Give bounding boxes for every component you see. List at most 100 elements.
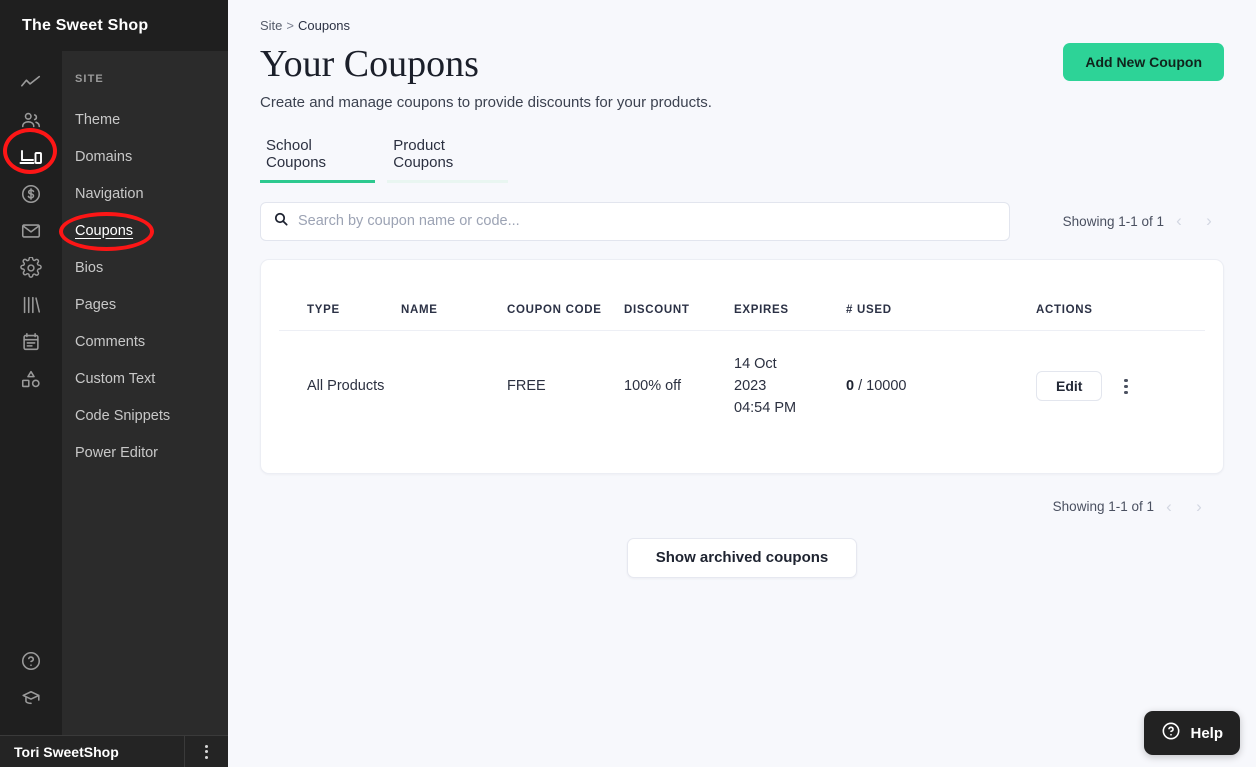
- table-body: All Products FREE 100% off 14 Oct 2023 0…: [279, 330, 1205, 442]
- show-archived-coupons-button[interactable]: Show archived coupons: [626, 537, 858, 578]
- cell-name: [401, 330, 507, 442]
- edit-button[interactable]: Edit: [1036, 371, 1103, 402]
- row-kebab-icon[interactable]: [1124, 378, 1128, 394]
- tab-product-coupons[interactable]: Product Coupons: [387, 137, 508, 183]
- sidebar-item-bios[interactable]: Bios: [62, 249, 228, 286]
- breadcrumb-separator: >: [286, 18, 294, 33]
- main-content: Site > Coupons Your Coupons Create and man…: [228, 0, 1256, 767]
- books-icon[interactable]: [13, 287, 49, 323]
- expires-date: 14 Oct: [734, 355, 777, 372]
- sidebar-item-label: Code Snippets: [75, 407, 171, 424]
- table-head: TYPE NAME COUPON CODE DISCOUNT EXPIRES #…: [279, 259, 1205, 331]
- expires-year: 2023: [734, 378, 767, 395]
- pagination-bottom-prev-icon[interactable]: ‹: [1154, 492, 1184, 522]
- pagination-top-next-icon[interactable]: ›: [1194, 206, 1224, 236]
- sidebar-item-label: Theme: [75, 111, 121, 128]
- sidebar-item-label: Custom Text: [75, 370, 156, 387]
- nav-section-label: SITE: [75, 73, 104, 85]
- used-count: 0: [846, 378, 855, 395]
- breadcrumb-site[interactable]: Site: [260, 18, 282, 33]
- shapes-icon[interactable]: [13, 361, 49, 397]
- coupons-table-card: TYPE NAME COUPON CODE DISCOUNT EXPIRES #…: [260, 258, 1224, 474]
- cell-used: 0 / 10000: [846, 330, 1036, 442]
- rail-bottom-group: [13, 643, 49, 735]
- sidebar-item-label: Comments: [75, 333, 146, 350]
- sidebar: The Sweet Shop SITE Theme Domains Naviga…: [0, 0, 228, 767]
- search-input[interactable]: [298, 213, 997, 230]
- sidebar-item-pages[interactable]: Pages: [62, 286, 228, 323]
- brand-title: The Sweet Shop: [0, 0, 228, 51]
- pagination-top-text: Showing 1-1 of 1: [1062, 213, 1164, 229]
- sidebar-body: SITE Theme Domains Navigation Coupons Bi…: [0, 51, 228, 735]
- mail-icon[interactable]: [13, 213, 49, 249]
- sidebar-item-label: Pages: [75, 296, 117, 313]
- pagination-top: Showing 1-1 of 1 ‹ ›: [1063, 206, 1224, 236]
- help-fab-button[interactable]: Help: [1144, 711, 1240, 755]
- gear-icon[interactable]: [13, 250, 49, 286]
- expires-time: 04:54 PM: [734, 400, 797, 417]
- search-icon: [273, 211, 289, 232]
- icon-rail: [0, 51, 62, 735]
- column-header-actions: ACTIONS: [1036, 259, 1205, 331]
- cell-expires: 14 Oct 2023 04:54 PM: [734, 330, 846, 442]
- sidebar-item-power-editor[interactable]: Power Editor: [62, 434, 228, 471]
- coupons-table: TYPE NAME COUPON CODE DISCOUNT EXPIRES #…: [279, 259, 1205, 442]
- column-header-discount: DISCOUNT: [624, 259, 734, 331]
- used-separator: /: [858, 378, 863, 395]
- archive-button-wrap: Show archived coupons: [260, 537, 1224, 578]
- table-header-row: TYPE NAME COUPON CODE DISCOUNT EXPIRES #…: [279, 259, 1205, 331]
- column-header-expires: EXPIRES: [734, 259, 846, 331]
- sidebar-item-theme[interactable]: Theme: [62, 101, 228, 138]
- dollar-circle-icon[interactable]: [13, 176, 49, 212]
- sidebar-item-domains[interactable]: Domains: [62, 138, 228, 175]
- breadcrumb: Site > Coupons: [260, 12, 1224, 33]
- search-row: Showing 1-1 of 1 ‹ ›: [260, 201, 1224, 241]
- used-limit: 10000: [866, 378, 907, 395]
- page-header-text: Your Coupons Create and manage coupons t…: [260, 43, 712, 111]
- column-header-name: NAME: [401, 259, 507, 331]
- sidebar-item-label: Power Editor: [75, 444, 159, 461]
- cell-actions: Edit: [1036, 330, 1205, 442]
- table-row: All Products FREE 100% off 14 Oct 2023 0…: [279, 330, 1205, 442]
- pagination-bottom-text: Showing 1-1 of 1: [1052, 499, 1154, 515]
- user-bar: Tori SweetShop: [0, 735, 228, 767]
- page-title: Your Coupons: [260, 43, 479, 85]
- pagination-bottom: Showing 1-1 of 1 ‹ ›: [260, 492, 1224, 522]
- user-menu-kebab-icon[interactable]: [184, 736, 228, 767]
- sidebar-item-custom-text[interactable]: Custom Text: [62, 360, 228, 397]
- column-header-used: # USED: [846, 259, 1036, 331]
- analytics-icon[interactable]: [13, 65, 49, 101]
- pagination-top-prev-icon[interactable]: ‹: [1164, 206, 1194, 236]
- app-window: The Sweet Shop SITE Theme Domains Naviga…: [0, 0, 1256, 767]
- search-box[interactable]: [260, 201, 1010, 241]
- column-header-coupon-code: COUPON CODE: [507, 259, 624, 331]
- sidebar-nav: SITE Theme Domains Navigation Coupons Bi…: [62, 51, 228, 735]
- add-new-coupon-button[interactable]: Add New Coupon: [1063, 43, 1224, 81]
- row-actions: Edit: [1036, 371, 1205, 402]
- users-icon[interactable]: [13, 102, 49, 138]
- help-circle-icon[interactable]: [13, 643, 49, 679]
- cell-type: All Products: [307, 378, 385, 395]
- help-fab-label: Help: [1190, 724, 1223, 742]
- sidebar-item-label: Domains: [75, 148, 133, 165]
- devices-icon[interactable]: [13, 139, 49, 175]
- page-header: Your Coupons Create and manage coupons t…: [260, 43, 1224, 111]
- clipboard-icon[interactable]: [13, 324, 49, 360]
- cell-discount: 100% off: [624, 378, 681, 395]
- graduation-cap-icon[interactable]: [13, 680, 49, 716]
- sidebar-item-coupons[interactable]: Coupons: [62, 212, 228, 249]
- sidebar-item-comments[interactable]: Comments: [62, 323, 228, 360]
- user-name: Tori SweetShop: [14, 743, 119, 760]
- sidebar-item-label: Navigation: [75, 185, 144, 202]
- cell-coupon-code: FREE: [507, 378, 546, 395]
- sidebar-item-label: Bios: [75, 259, 104, 276]
- pagination-bottom-next-icon[interactable]: ›: [1184, 492, 1214, 522]
- tab-bar: School Coupons Product Coupons: [260, 137, 508, 183]
- sidebar-item-navigation[interactable]: Navigation: [62, 175, 228, 212]
- page-subtitle: Create and manage coupons to provide dis…: [260, 93, 712, 111]
- help-circle-icon: [1161, 721, 1181, 745]
- breadcrumb-coupons[interactable]: Coupons: [298, 18, 350, 33]
- tab-school-coupons[interactable]: School Coupons: [260, 137, 376, 183]
- sidebar-item-code-snippets[interactable]: Code Snippets: [62, 397, 228, 434]
- column-header-type: TYPE: [279, 259, 401, 331]
